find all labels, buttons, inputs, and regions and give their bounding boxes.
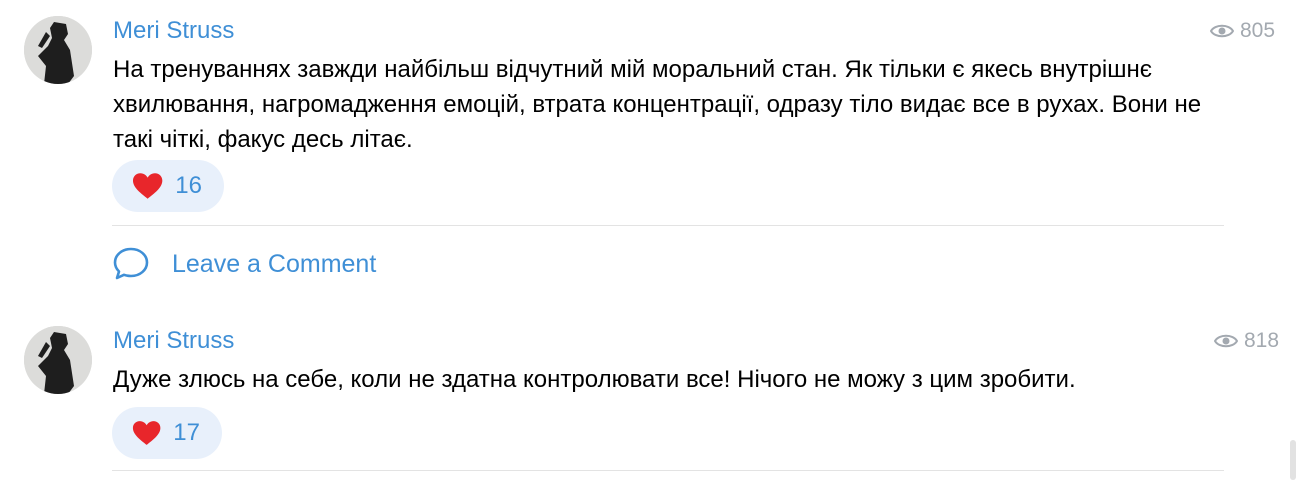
reaction-count: 16 — [175, 172, 202, 199]
heart-icon — [132, 173, 163, 199]
heart-icon — [132, 421, 161, 445]
divider — [112, 225, 1224, 226]
author-avatar[interactable] — [24, 16, 92, 84]
author-avatar[interactable] — [24, 326, 92, 394]
view-count-value: 805 — [1240, 19, 1276, 42]
scrollbar[interactable] — [1290, 440, 1296, 480]
eye-icon — [1214, 334, 1238, 348]
post-author[interactable]: Meri Struss — [113, 16, 234, 46]
speech-bubble-icon — [113, 247, 149, 280]
leave-comment-button[interactable]: Leave a Comment — [112, 246, 376, 282]
view-count: 805 — [1210, 16, 1275, 46]
divider — [112, 470, 1224, 471]
eye-icon — [1210, 24, 1234, 38]
view-count-value: 818 — [1244, 329, 1280, 352]
leave-comment-label: Leave a Comment — [172, 249, 377, 278]
view-count: 818 — [1214, 326, 1279, 356]
post-text: Дуже злюсь на себе, коли не здатна контр… — [113, 366, 1076, 393]
post-text: На тренуваннях завжди найбільш відчутний… — [113, 56, 1202, 153]
reaction-button[interactable]: 17 — [112, 407, 222, 459]
reaction-count: 17 — [173, 419, 200, 446]
post-author[interactable]: Meri Struss — [113, 326, 234, 356]
reaction-button[interactable]: 16 — [112, 160, 224, 212]
